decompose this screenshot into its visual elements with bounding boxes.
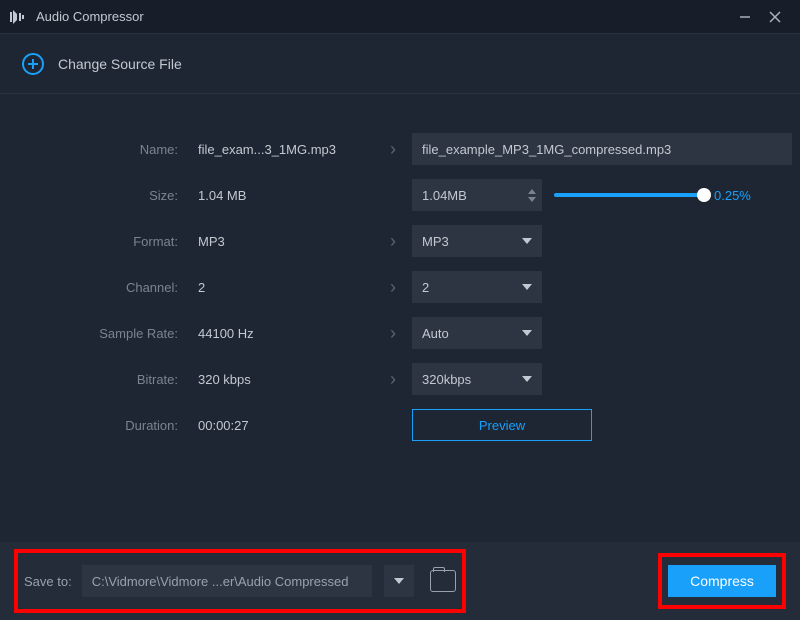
size-step-down[interactable] (528, 197, 536, 202)
arrow-icon: › (378, 277, 408, 298)
src-duration: 00:00:27 (194, 418, 374, 433)
output-size-value: 1.04MB (412, 188, 522, 203)
arrow-icon: › (378, 139, 408, 160)
arrow-icon: › (378, 369, 408, 390)
row-name: Name: file_exam...3_1MG.mp3 › (20, 126, 780, 172)
bottom-bar: Save to: C:\Vidmore\Vidmore ...er\Audio … (0, 542, 800, 620)
app-title: Audio Compressor (36, 9, 144, 24)
samplerate-select-value: Auto (422, 326, 449, 341)
change-source-label: Change Source File (58, 56, 182, 72)
row-duration: Duration: 00:00:27 Preview (20, 402, 780, 448)
channel-select[interactable]: 2 (412, 271, 542, 303)
close-button[interactable] (760, 0, 790, 34)
row-samplerate: Sample Rate: 44100 Hz › Auto (20, 310, 780, 356)
output-size-stepper[interactable]: 1.04MB (412, 179, 542, 211)
format-select-value: MP3 (422, 234, 449, 249)
output-name-input[interactable] (412, 133, 792, 165)
row-format: Format: MP3 › MP3 (20, 218, 780, 264)
arrow-icon: › (378, 231, 408, 252)
compress-group: Compress (658, 553, 786, 609)
bitrate-select-value: 320kbps (422, 372, 471, 387)
label-name: Name: (20, 142, 190, 157)
save-path-dropdown[interactable] (384, 565, 414, 597)
channel-select-value: 2 (422, 280, 429, 295)
change-source-bar[interactable]: Change Source File (0, 34, 800, 94)
bitrate-select[interactable]: 320kbps (412, 363, 542, 395)
chevron-down-icon (522, 238, 532, 244)
chevron-down-icon (522, 330, 532, 336)
src-format: MP3 (194, 234, 374, 249)
row-size: Size: 1.04 MB 1.04MB 0.25% (20, 172, 780, 218)
save-to-group: Save to: C:\Vidmore\Vidmore ...er\Audio … (14, 549, 466, 613)
chevron-down-icon (522, 376, 532, 382)
label-channel: Channel: (20, 280, 190, 295)
chevron-down-icon (522, 284, 532, 290)
chevron-down-icon (394, 578, 404, 584)
size-step-up[interactable] (528, 189, 536, 194)
minimize-button[interactable] (730, 0, 760, 34)
save-path-select[interactable]: C:\Vidmore\Vidmore ...er\Audio Compresse… (82, 565, 372, 597)
save-to-label: Save to: (24, 574, 72, 589)
samplerate-select[interactable]: Auto (412, 317, 542, 349)
label-format: Format: (20, 234, 190, 249)
app-icon (10, 10, 28, 24)
label-bitrate: Bitrate: (20, 372, 190, 387)
src-samplerate: 44100 Hz (194, 326, 374, 341)
save-path-value: C:\Vidmore\Vidmore ...er\Audio Compresse… (92, 574, 349, 589)
size-percent: 0.25% (714, 188, 756, 203)
size-slider[interactable] (554, 193, 704, 197)
compress-button-label: Compress (690, 573, 754, 589)
preview-button[interactable]: Preview (412, 409, 592, 441)
label-size: Size: (20, 188, 190, 203)
src-size: 1.04 MB (194, 188, 374, 203)
compress-button[interactable]: Compress (668, 565, 776, 597)
add-icon (22, 53, 44, 75)
titlebar: Audio Compressor (0, 0, 800, 34)
src-bitrate: 320 kbps (194, 372, 374, 387)
format-select[interactable]: MP3 (412, 225, 542, 257)
label-duration: Duration: (20, 418, 190, 433)
slider-thumb[interactable] (697, 188, 711, 202)
label-samplerate: Sample Rate: (20, 326, 190, 341)
settings-form: Name: file_exam...3_1MG.mp3 › Size: 1.04… (0, 94, 800, 468)
src-name: file_exam...3_1MG.mp3 (194, 142, 374, 157)
arrow-icon: › (378, 323, 408, 344)
row-channel: Channel: 2 › 2 (20, 264, 780, 310)
preview-button-label: Preview (479, 418, 525, 433)
row-bitrate: Bitrate: 320 kbps › 320kbps (20, 356, 780, 402)
open-folder-button[interactable] (430, 570, 456, 592)
src-channel: 2 (194, 280, 374, 295)
